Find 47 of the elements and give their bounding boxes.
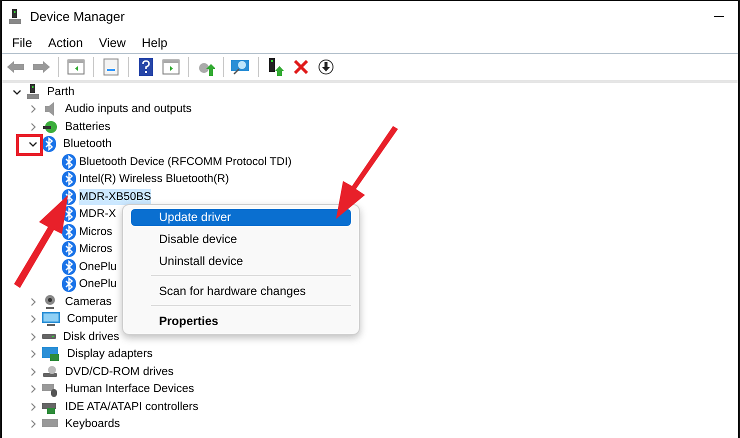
- tree-item[interactable]: Micros: [79, 224, 112, 240]
- keyboard-mouse-icon: [42, 381, 58, 398]
- tree-item[interactable]: Disk drives: [61, 328, 122, 345]
- tree-item[interactable]: OnePlu: [79, 258, 117, 275]
- tree-item[interactable]: Audio inputs and outputs: [63, 101, 194, 118]
- menu-item[interactable]: Properties: [131, 313, 351, 330]
- tree-item[interactable]: IDE ATA/ATAPI controllers: [63, 398, 200, 415]
- menu-item[interactable]: Disable device: [131, 231, 351, 248]
- tree-item[interactable]: Human Interface Devices: [63, 381, 196, 398]
- menu-item[interactable]: File: [4, 36, 40, 50]
- tree-item[interactable]: Batteries: [63, 118, 112, 135]
- tree-item[interactable]: Intel(R) Wireless Bluetooth(R): [79, 171, 230, 188]
- app-icon: [8, 8, 22, 24]
- bluetooth-icon: [42, 136, 56, 152]
- tree-item[interactable]: DVD/CD-ROM drives: [63, 364, 176, 380]
- drive-icon: [42, 334, 56, 340]
- display-card-icon: [42, 346, 60, 362]
- tree-item[interactable]: Micros: [79, 241, 112, 258]
- menu-item[interactable]: View: [90, 36, 134, 50]
- window-title: Device Manager: [30, 9, 125, 24]
- disc-drive-icon: [42, 364, 58, 380]
- highlight-box: [16, 134, 43, 156]
- bluetooth-icon: [62, 171, 76, 188]
- tree-item[interactable]: OnePlu: [79, 276, 117, 292]
- webcam-icon: [42, 294, 58, 310]
- tree-item[interactable]: Computer: [65, 311, 120, 328]
- bluetooth-icon: [62, 258, 76, 275]
- menu-item[interactable]: Uninstall device: [131, 253, 351, 270]
- bluetooth-icon: [62, 276, 76, 292]
- bluetooth-icon: [62, 154, 76, 170]
- tree-item[interactable]: MDR-X: [79, 206, 116, 222]
- tree-item[interactable]: Bluetooth Device (RFCOMM Protocol TDI): [79, 154, 292, 170]
- menu-item[interactable]: Help: [134, 36, 176, 50]
- tree-item[interactable]: Parth: [45, 84, 76, 100]
- tree-item[interactable]: Bluetooth: [61, 136, 114, 152]
- tree-item[interactable]: Display adapters: [65, 346, 155, 362]
- bluetooth-icon: [62, 224, 76, 240]
- tree-item[interactable]: Keyboards: [63, 416, 122, 432]
- tree-item[interactable]: Cameras: [63, 294, 114, 310]
- monitor-icon: [42, 311, 60, 328]
- battery-plug-icon: [42, 118, 58, 135]
- menu-item[interactable]: Scan for hardware changes: [131, 283, 351, 300]
- computer-icon: [26, 84, 40, 100]
- tree-item[interactable]: MDR-XB50BS: [79, 188, 152, 205]
- bluetooth-icon: [62, 241, 76, 258]
- menu-item[interactable]: Action: [40, 36, 91, 50]
- menu-item[interactable]: Update driver: [131, 209, 351, 226]
